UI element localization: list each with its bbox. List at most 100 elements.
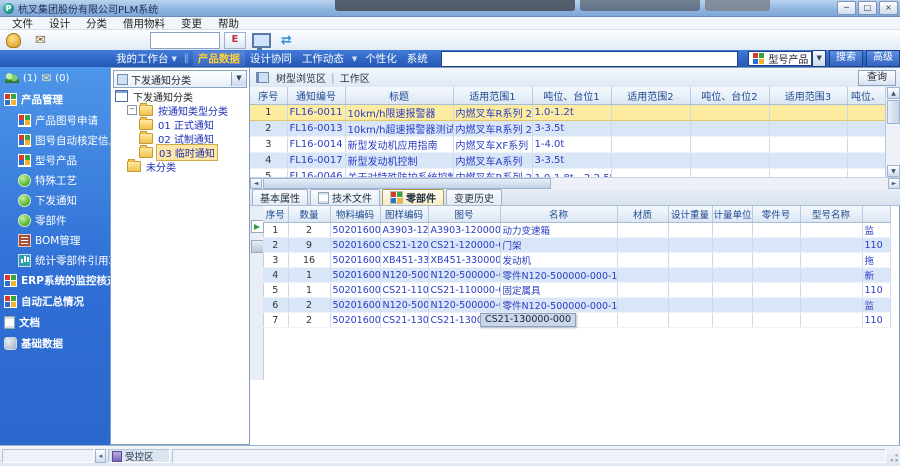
sidebar-item[interactable]: 产品图号申请 bbox=[0, 110, 110, 130]
menu-item[interactable]: 借用物料 bbox=[115, 16, 173, 31]
nav-item[interactable]: 系统 bbox=[402, 51, 433, 66]
minimize-button[interactable]: ─ bbox=[837, 1, 856, 15]
sidebar-item[interactable]: BOM管理 bbox=[0, 230, 110, 250]
column-header[interactable]: 设计重量 bbox=[668, 206, 712, 223]
column-header[interactable]: 零件号 bbox=[752, 206, 800, 223]
table-row[interactable]: 515020160015CS21-110000...CS21-110000-00… bbox=[263, 283, 890, 298]
tree-filter-dropdown[interactable]: 下发通知分类 ▼ bbox=[113, 70, 247, 88]
column-header[interactable]: 名称 bbox=[500, 206, 617, 223]
inbox-mail-icon[interactable]: ✉ bbox=[41, 71, 51, 85]
table-row[interactable]: 4FL16-0017新型发动机控制内燃叉车A系列3-3.5t bbox=[250, 153, 885, 169]
scroll-up-icon[interactable]: ▲ bbox=[887, 87, 900, 99]
table-row[interactable]: 2FL16-001310km/h超速报警器测试内燃叉车R系列 20123-3.5… bbox=[250, 121, 885, 137]
table-row[interactable]: 415020160003N120-500000...N120-500000-00… bbox=[263, 268, 890, 283]
tree-node[interactable]: 下发通知分类 bbox=[113, 89, 247, 103]
tree-node[interactable]: 01 正式通知 bbox=[113, 117, 247, 131]
tab-active-detail[interactable]: 零部件 bbox=[382, 189, 444, 205]
column-header[interactable]: 图号 bbox=[428, 206, 500, 223]
global-search-input[interactable] bbox=[441, 51, 739, 67]
chevron-down-icon[interactable]: ▼ bbox=[352, 55, 357, 63]
column-header[interactable]: 物料编码 bbox=[330, 206, 380, 223]
close-button[interactable]: × bbox=[879, 1, 898, 15]
sidebar-group[interactable]: 文档 bbox=[0, 312, 110, 333]
scroll-right-icon[interactable]: ► bbox=[888, 178, 900, 189]
maximize-button[interactable]: □ bbox=[858, 1, 877, 15]
chevron-down-icon[interactable]: ▼ bbox=[172, 55, 177, 63]
column-header[interactable]: 适用范围3 bbox=[769, 87, 847, 105]
nav-item[interactable]: 个性化 bbox=[360, 51, 402, 66]
notice-vertical-scrollbar[interactable]: ▲ ▼ bbox=[885, 87, 900, 177]
monitor-icon[interactable] bbox=[252, 33, 271, 48]
tab-detail[interactable]: 变更历史 bbox=[446, 189, 502, 205]
search-scope-dropdown[interactable]: 型号产品 bbox=[748, 51, 812, 66]
column-header[interactable]: 适用范围1 bbox=[453, 87, 532, 105]
table-row[interactable]: 295020160017CS21-120000CS21-120000-000门架… bbox=[263, 238, 890, 253]
nav-item[interactable]: 工作动态 bbox=[297, 51, 349, 66]
search-button[interactable]: 搜索 bbox=[829, 50, 863, 67]
column-header[interactable]: 标题 bbox=[345, 87, 453, 105]
tree-node[interactable]: 03 临时通知 bbox=[113, 145, 247, 159]
sidebar-item[interactable]: 图号自动核定信息 bbox=[0, 130, 110, 150]
scope-dropdown-arrow-icon[interactable]: ▼ bbox=[812, 50, 826, 67]
column-header[interactable]: 材质 bbox=[617, 206, 668, 223]
alarm-icon[interactable] bbox=[6, 33, 21, 48]
column-header[interactable]: 数量 bbox=[288, 206, 330, 223]
table-row[interactable]: 725020160018CS21-130000...CS21-130000-00… bbox=[263, 313, 890, 328]
menu-item[interactable]: 帮助 bbox=[210, 16, 247, 31]
tree-expander-icon[interactable]: − bbox=[127, 105, 137, 115]
column-header[interactable]: 计量单位 bbox=[712, 206, 752, 223]
refresh-icon[interactable]: ⇄ bbox=[281, 33, 292, 48]
sidebar-item[interactable]: 特殊工艺 bbox=[0, 170, 110, 190]
status-left-arrow-icon[interactable]: ◂ bbox=[95, 449, 106, 463]
column-header[interactable]: 通知编号 bbox=[287, 87, 345, 105]
menu-item[interactable]: 变更 bbox=[173, 16, 210, 31]
tab-work-area[interactable]: 工作区 bbox=[337, 70, 373, 85]
query-button[interactable]: 查询 bbox=[858, 70, 896, 86]
table-row[interactable]: 1FL16-001110km/h限速报警器内燃叉车R系列 2012...1.0-… bbox=[250, 105, 885, 121]
column-header[interactable]: 序号 bbox=[263, 206, 288, 223]
column-header[interactable]: 型号名称 bbox=[800, 206, 862, 223]
sidebar-item[interactable]: 零部件 bbox=[0, 210, 110, 230]
sidebar-group[interactable]: 产品管理 bbox=[0, 89, 110, 110]
table-row[interactable]: 125020160026A3903-12000...A3903-120000-A… bbox=[263, 223, 890, 238]
column-header[interactable]: 吨位、 bbox=[847, 87, 885, 105]
column-header[interactable]: 吨位、台位1 bbox=[532, 87, 611, 105]
table-row[interactable]: 5FL16-0046关于对特殊防护系统控制...内燃叉车R系列 2012...1… bbox=[250, 169, 885, 178]
scrollbar-thumb[interactable] bbox=[887, 100, 900, 124]
column-header[interactable]: 适用范围2 bbox=[611, 87, 690, 105]
sidebar-item[interactable]: 型号产品 bbox=[0, 150, 110, 170]
scroll-left-icon[interactable]: ◄ bbox=[250, 178, 262, 189]
nav-item[interactable]: 设计协同 bbox=[245, 51, 297, 66]
tree-filter-arrow-icon[interactable]: ▼ bbox=[231, 72, 246, 86]
scrollbar-thumb[interactable] bbox=[263, 178, 551, 189]
column-header[interactable] bbox=[862, 206, 890, 223]
nav-item[interactable]: 产品数据 bbox=[193, 51, 245, 66]
tab-detail[interactable]: 基本属性 bbox=[252, 189, 308, 205]
tree-node[interactable]: −按通知类型分类 bbox=[113, 103, 247, 117]
column-header[interactable]: 吨位、台位2 bbox=[690, 87, 769, 105]
tab-tree-view[interactable]: 树型浏览区 bbox=[273, 70, 329, 85]
sidebar-group[interactable]: 自动汇总情况 bbox=[0, 291, 110, 312]
table-row[interactable]: 3FL16-0014新型发动机应用指南内燃叉车XF系列1-4.0t bbox=[250, 137, 885, 153]
workbench-label[interactable]: 我的工作台 bbox=[116, 51, 169, 66]
mail-icon[interactable]: ✉ bbox=[35, 33, 46, 48]
column-header[interactable]: 图样编码 bbox=[380, 206, 428, 223]
menu-item[interactable]: 分类 bbox=[78, 16, 115, 31]
tab-detail[interactable]: 技术文件 bbox=[310, 189, 380, 205]
table-row[interactable]: 625020160004N120-500000...N120-500000-00… bbox=[263, 298, 890, 313]
tree-node[interactable]: 未分类 bbox=[113, 159, 247, 173]
toolbar-search-input[interactable] bbox=[150, 32, 220, 49]
resize-grip[interactable] bbox=[887, 453, 899, 465]
column-header[interactable]: 序号 bbox=[250, 87, 287, 105]
scroll-down-icon[interactable]: ▼ bbox=[887, 165, 900, 177]
sidebar-group[interactable]: 基础数据 bbox=[0, 333, 110, 354]
online-users-icon[interactable] bbox=[5, 73, 19, 84]
sidebar-item[interactable]: 下发通知 bbox=[0, 190, 110, 210]
stamp-icon[interactable]: E bbox=[224, 32, 246, 49]
sidebar-item[interactable]: 统计零部件引用次数 bbox=[0, 250, 110, 270]
advanced-search-button[interactable]: 高级 bbox=[866, 50, 900, 67]
menu-item[interactable]: 文件 bbox=[4, 16, 41, 31]
menu-item[interactable]: 设计 bbox=[41, 16, 78, 31]
table-row[interactable]: 3165020160025XB451-3300XB451-330000-A00发… bbox=[263, 253, 890, 268]
sidebar-group[interactable]: ERP系统的监控核对 bbox=[0, 270, 110, 291]
